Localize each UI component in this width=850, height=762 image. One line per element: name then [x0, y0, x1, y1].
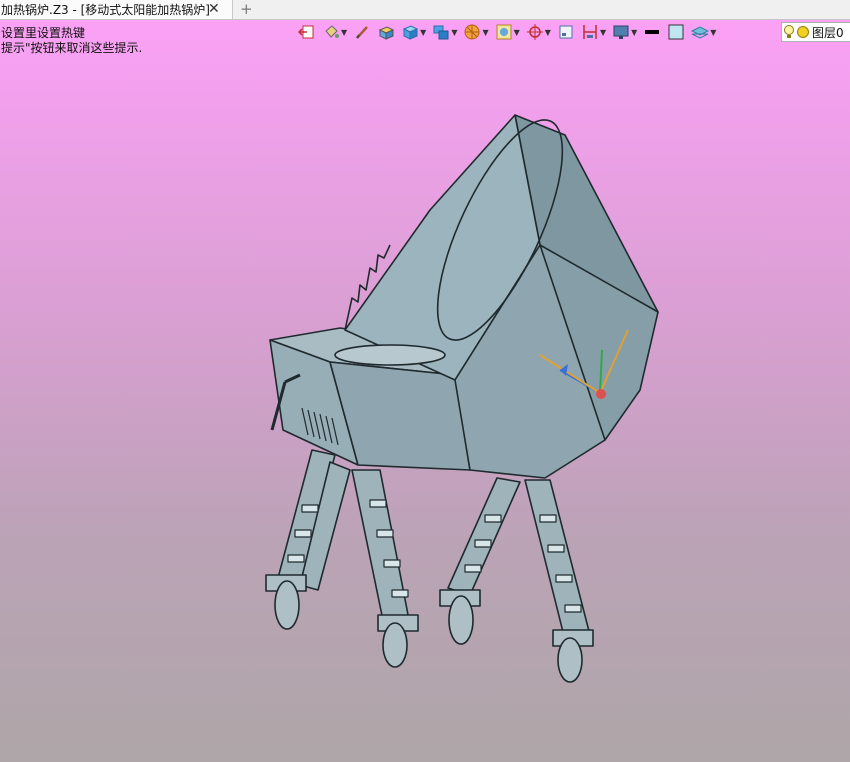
axis-icon[interactable]: ▼ — [526, 22, 551, 42]
exit-icon[interactable] — [298, 22, 316, 42]
pen-icon[interactable] — [353, 22, 371, 42]
render-icon[interactable]: ▼ — [463, 22, 489, 42]
layer-label: 图层0 — [812, 25, 844, 40]
fill-color-swatch — [668, 24, 684, 40]
layer-selector[interactable]: 图层0 — [781, 22, 850, 42]
layer-status-icon[interactable] — [796, 24, 810, 40]
add-tab-icon[interactable]: + — [240, 0, 253, 18]
caster-wheels — [265, 574, 594, 683]
line-color-swatch — [645, 30, 660, 34]
line-color-icon[interactable] — [643, 22, 661, 42]
solar-boiler-model — [265, 114, 659, 683]
front-right-leg — [447, 477, 521, 596]
burner-ring — [334, 344, 446, 366]
rear-left-leg — [351, 469, 411, 631]
lightbulb-icon[interactable] — [782, 24, 796, 40]
rear-right-leg — [524, 479, 591, 641]
document-tab-title: 加热锅炉.Z3 - [移动式太阳能加热锅炉] — [1, 3, 210, 17]
shaded-cube-icon[interactable]: ▼ — [432, 22, 457, 42]
close-icon[interactable]: ✕ — [208, 0, 220, 19]
hint-line-2: 提示"按钮来取消这些提示. — [1, 41, 143, 55]
fill-color-icon[interactable] — [667, 22, 685, 42]
tab-bar: 加热锅炉.Z3 - [移动式太阳能加热锅炉] ✕ + — [0, 0, 850, 20]
paint-bucket-icon[interactable]: ▼ — [322, 22, 347, 42]
solid-cube-icon[interactable]: ▼ — [401, 22, 426, 42]
box-edit-icon[interactable] — [377, 22, 395, 42]
display-icon[interactable]: ▼ — [612, 22, 637, 42]
measure-icon[interactable]: ▼ — [581, 22, 606, 42]
frame-icon[interactable]: ▼ — [495, 22, 520, 42]
view-toolbar: ▼ ▼ ▼ ▼ ▼ ▼ ▼ ▼ ▼ — [298, 22, 722, 42]
3d-viewport[interactable]: 设置里设置热键 提示"按钮来取消这些提示. — [0, 20, 850, 762]
layer-stack-icon[interactable]: ▼ — [691, 22, 716, 42]
front-left-leg — [277, 449, 351, 591]
plane-icon[interactable] — [557, 22, 575, 42]
document-tab[interactable]: 加热锅炉.Z3 - [移动式太阳能加热锅炉] ✕ — [0, 0, 233, 19]
